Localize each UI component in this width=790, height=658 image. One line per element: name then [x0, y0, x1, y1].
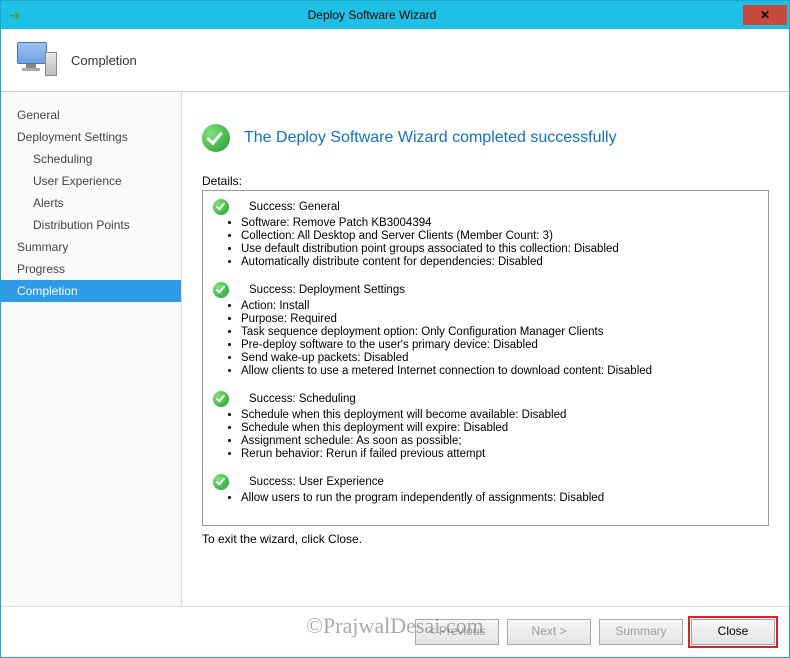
page-heading: Completion: [71, 53, 137, 68]
section-list: Schedule when this deployment will becom…: [241, 409, 758, 460]
computer-icon: [15, 40, 55, 80]
wizard-body: GeneralDeployment SettingsSchedulingUser…: [1, 92, 789, 606]
section-title: Success: General: [249, 201, 340, 213]
back-arrow-icon: ➜: [9, 7, 21, 24]
details-section: Success: General Software: Remove Patch K…: [213, 199, 758, 268]
window-close-button[interactable]: ✕: [743, 5, 787, 25]
close-button[interactable]: Close: [691, 619, 775, 645]
window-title: Deploy Software Wizard: [1, 8, 743, 22]
wizard-header: Completion: [1, 29, 789, 92]
section-list-item: Software: Remove Patch KB3004394: [241, 217, 758, 229]
section-list-item: Task sequence deployment option: Only Co…: [241, 326, 758, 338]
wizard-main: The Deploy Software Wizard completed suc…: [182, 92, 789, 606]
section-header: Success: User Experience: [213, 474, 758, 490]
sidebar-item-general[interactable]: General: [1, 104, 181, 126]
section-title: Success: Scheduling: [249, 393, 356, 405]
details-section: Success: Scheduling Schedule when this de…: [213, 391, 758, 460]
wizard-footer: < Previous Next > Summary Close: [1, 606, 789, 657]
close-icon: ✕: [760, 8, 770, 22]
sidebar-item-user-experience[interactable]: User Experience: [1, 170, 181, 192]
completion-banner: The Deploy Software Wizard completed suc…: [202, 124, 769, 152]
section-list-item: Schedule when this deployment will becom…: [241, 409, 758, 421]
success-check-icon: [213, 474, 229, 490]
next-button[interactable]: Next >: [507, 619, 591, 645]
sidebar-item-progress[interactable]: Progress: [1, 258, 181, 280]
wizard-sidebar: GeneralDeployment SettingsSchedulingUser…: [1, 92, 182, 606]
details-section: Success: User Experience Allow users to r…: [213, 474, 758, 504]
completion-heading: The Deploy Software Wizard completed suc…: [244, 129, 617, 147]
wizard-window: ➜ Deploy Software Wizard ✕ Completion Ge…: [0, 0, 790, 658]
sidebar-item-scheduling[interactable]: Scheduling: [1, 148, 181, 170]
summary-button[interactable]: Summary: [599, 619, 683, 645]
exit-instruction: To exit the wizard, click Close.: [202, 532, 769, 546]
section-list: Allow users to run the program independe…: [241, 492, 758, 504]
section-list-item: Purpose: Required: [241, 313, 758, 325]
section-list: Software: Remove Patch KB3004394Collecti…: [241, 217, 758, 268]
section-list-item: Collection: All Desktop and Server Clien…: [241, 230, 758, 242]
section-header: Success: Scheduling: [213, 391, 758, 407]
success-check-icon: [202, 124, 230, 152]
section-list-item: Allow users to run the program independe…: [241, 492, 758, 504]
sidebar-item-alerts[interactable]: Alerts: [1, 192, 181, 214]
sidebar-item-deployment-settings[interactable]: Deployment Settings: [1, 126, 181, 148]
section-list-item: Send wake-up packets: Disabled: [241, 352, 758, 364]
section-list-item: Action: Install: [241, 300, 758, 312]
section-header: Success: Deployment Settings: [213, 282, 758, 298]
section-list-item: Allow clients to use a metered Internet …: [241, 365, 758, 377]
section-list-item: Schedule when this deployment will expir…: [241, 422, 758, 434]
section-list-item: Pre-deploy software to the user's primar…: [241, 339, 758, 351]
sidebar-item-distribution-points[interactable]: Distribution Points: [1, 214, 181, 236]
success-check-icon: [213, 282, 229, 298]
details-section: Success: Deployment Settings Action: Inst…: [213, 282, 758, 377]
sidebar-item-summary[interactable]: Summary: [1, 236, 181, 258]
sidebar-item-completion[interactable]: Completion: [1, 280, 181, 302]
section-title: Success: User Experience: [249, 476, 384, 488]
section-list-item: Assignment schedule: As soon as possible…: [241, 435, 758, 447]
title-bar: ➜ Deploy Software Wizard ✕: [1, 1, 789, 29]
section-list-item: Use default distribution point groups as…: [241, 243, 758, 255]
section-list-item: Rerun behavior: Rerun if failed previous…: [241, 448, 758, 460]
section-title: Success: Deployment Settings: [249, 284, 405, 296]
section-list: Action: InstallPurpose: RequiredTask seq…: [241, 300, 758, 377]
previous-button[interactable]: < Previous: [415, 619, 499, 645]
section-list-item: Automatically distribute content for dep…: [241, 256, 758, 268]
success-check-icon: [213, 199, 229, 215]
details-label: Details:: [202, 174, 769, 188]
success-check-icon: [213, 391, 229, 407]
section-header: Success: General: [213, 199, 758, 215]
details-textbox[interactable]: Success: General Software: Remove Patch K…: [202, 190, 769, 526]
